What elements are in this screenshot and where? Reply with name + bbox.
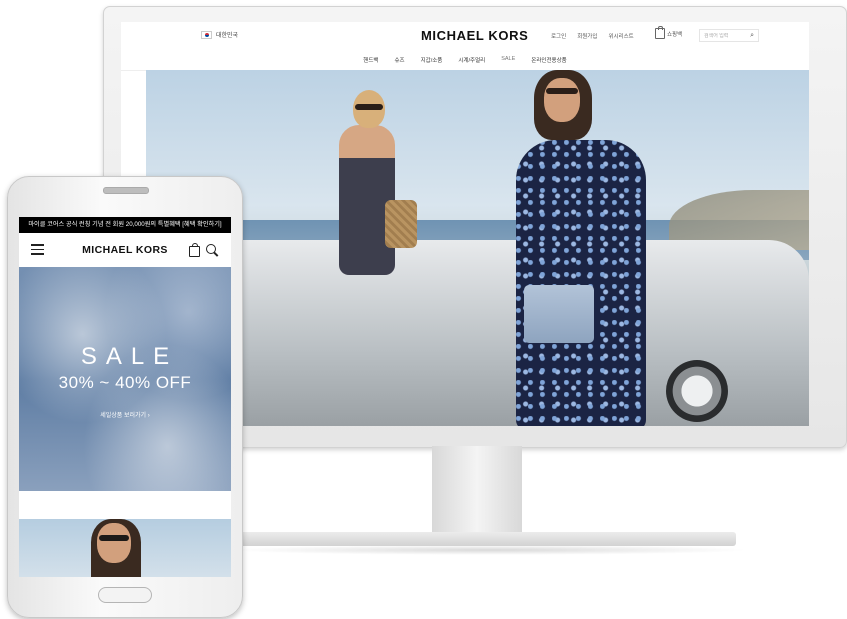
- sale-discount: 30% ~ 40% OFF: [58, 373, 192, 392]
- korea-flag-icon: [201, 30, 212, 39]
- next-banner-image[interactable]: [19, 519, 231, 577]
- sale-title: SALE: [80, 343, 179, 370]
- content-gap: [19, 491, 231, 519]
- nav-online-exclusive[interactable]: 온라인전용상품: [531, 56, 566, 64]
- shopping-bag-icon[interactable]: [189, 243, 200, 257]
- nav-wallets[interactable]: 지갑/소품: [421, 56, 443, 64]
- model-swimsuit: [339, 125, 395, 275]
- mobile-header: MICHAEL KORS: [19, 233, 231, 268]
- desktop-hero-image[interactable]: [146, 70, 809, 426]
- desktop-header: 대한민국 MICHAEL KORS 로그인 회원가입 위시리스트 쇼핑백 ⌕ 핸…: [121, 22, 809, 71]
- nav-handbags[interactable]: 핸드백: [363, 56, 378, 64]
- hero-car-wheel: [666, 360, 728, 422]
- shopping-bag-link[interactable]: 쇼핑백: [655, 26, 683, 39]
- wishlist-link[interactable]: 위시리스트: [608, 32, 633, 40]
- nav-sale[interactable]: SALE: [501, 56, 515, 64]
- monitor-stand-neck: [432, 446, 522, 532]
- straw-bag: [385, 200, 417, 248]
- search-input[interactable]: [704, 32, 742, 39]
- hero-model-left: [321, 90, 417, 310]
- desktop-nav: 핸드백 슈즈 지갑/소품 시계/주얼리 SALE 온라인전용상품: [121, 56, 809, 64]
- sunglasses: [99, 535, 129, 541]
- sunglasses: [546, 88, 578, 94]
- shopping-bag-label: 쇼핑백: [667, 31, 683, 38]
- sale-banner[interactable]: SALE 30% ~ 40% OFF 세일상품 보러가기 ›: [19, 267, 231, 491]
- blue-handbag: [524, 285, 594, 343]
- sunglasses: [355, 104, 383, 110]
- search-icon[interactable]: ⌕: [750, 32, 754, 40]
- desktop-search: ⌕: [699, 29, 759, 42]
- floral-dress: [516, 140, 646, 426]
- model-face: [97, 523, 131, 563]
- promo-banner[interactable]: 마이클 코어스 공식 런칭 기념 전 회원 20,000원의 특별혜택 [혜택 …: [19, 217, 231, 233]
- country-selector[interactable]: 대한민국: [201, 30, 238, 39]
- sale-products-link[interactable]: 세일상품 보러가기 ›: [19, 410, 231, 419]
- model-face: [544, 78, 580, 122]
- monitor-stand-base: [240, 532, 736, 546]
- country-label: 대한민국: [216, 33, 239, 39]
- util-links: 로그인 회원가입 위시리스트: [551, 32, 634, 40]
- hero-model-right: [506, 70, 656, 426]
- shopping-bag-icon: [655, 26, 665, 39]
- login-link[interactable]: 로그인: [551, 32, 566, 40]
- home-button[interactable]: [98, 587, 152, 603]
- signup-link[interactable]: 회원가입: [577, 32, 597, 40]
- mobile-phone: 마이클 코어스 공식 런칭 기념 전 회원 20,000원의 특별혜택 [혜택 …: [7, 176, 243, 618]
- desktop-logo[interactable]: MICHAEL KORS: [421, 28, 528, 43]
- nav-shoes[interactable]: 슈즈: [394, 56, 404, 64]
- nav-watches[interactable]: 시계/주얼리: [458, 56, 485, 64]
- search-icon[interactable]: [206, 244, 219, 257]
- mobile-screen: 마이클 코어스 공식 런칭 기념 전 회원 20,000원의 특별혜택 [혜택 …: [19, 217, 231, 577]
- monitor-base-shadow: [230, 545, 750, 555]
- phone-speaker: [103, 187, 149, 194]
